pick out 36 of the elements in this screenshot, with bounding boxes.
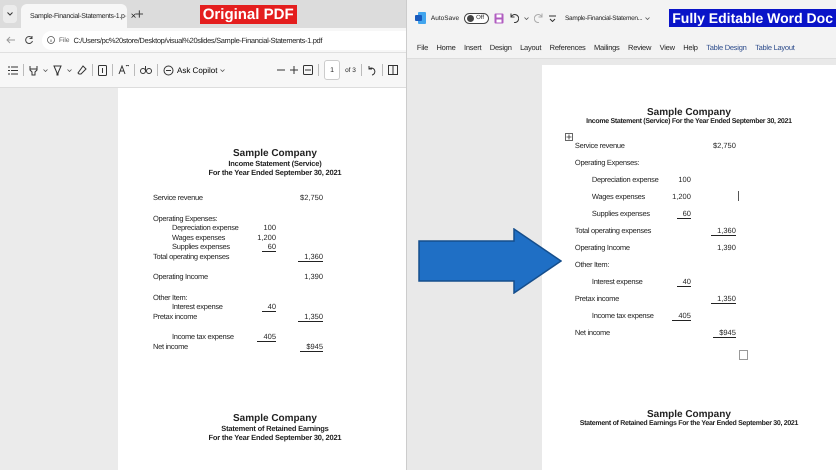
undo-icon[interactable] <box>509 13 519 23</box>
section-title: Sample Company <box>646 409 731 420</box>
close-tab-button[interactable]: × <box>130 10 136 22</box>
caret-icon <box>645 16 650 20</box>
two-page-icon[interactable] <box>388 65 398 75</box>
new-tab-button[interactable]: + <box>135 6 144 22</box>
draw-icon[interactable] <box>53 64 62 76</box>
reload-icon[interactable] <box>24 35 34 45</box>
caret-icon[interactable] <box>67 68 72 72</box>
fit-page-icon[interactable] <box>303 65 314 75</box>
highlighter-icon[interactable] <box>29 64 38 76</box>
eraser-icon[interactable] <box>77 65 87 75</box>
caret-icon[interactable] <box>43 68 48 72</box>
zoom-in-icon[interactable] <box>290 66 298 74</box>
text-size-icon[interactable] <box>118 65 129 75</box>
page-view-icon[interactable] <box>98 64 107 76</box>
caption-banner: Fully Editable Word Doc <box>669 9 836 27</box>
read-aloud-icon[interactable] <box>140 65 152 75</box>
section-title: Sample Company <box>232 413 318 424</box>
word-app-icon[interactable] <box>414 12 426 24</box>
caret-icon <box>220 68 226 72</box>
document-title: Sample Company <box>232 148 318 159</box>
back-arrow-icon[interactable] <box>6 35 16 45</box>
text-cursor <box>738 191 739 201</box>
save-icon[interactable] <box>494 12 504 24</box>
copilot-icon <box>163 64 174 76</box>
ask-copilot-button[interactable]: Ask Copilot <box>163 64 226 76</box>
table-move-handle-icon[interactable] <box>564 133 573 141</box>
info-icon <box>47 36 55 44</box>
contents-list-icon[interactable] <box>8 66 18 74</box>
cell-end-mark <box>738 350 748 360</box>
rotate-icon[interactable] <box>366 64 377 76</box>
document-title: Sample Company <box>646 107 732 118</box>
caret-icon[interactable] <box>524 16 529 20</box>
caption-banner: Original PDF <box>200 4 297 24</box>
customize-icon[interactable] <box>549 14 556 22</box>
